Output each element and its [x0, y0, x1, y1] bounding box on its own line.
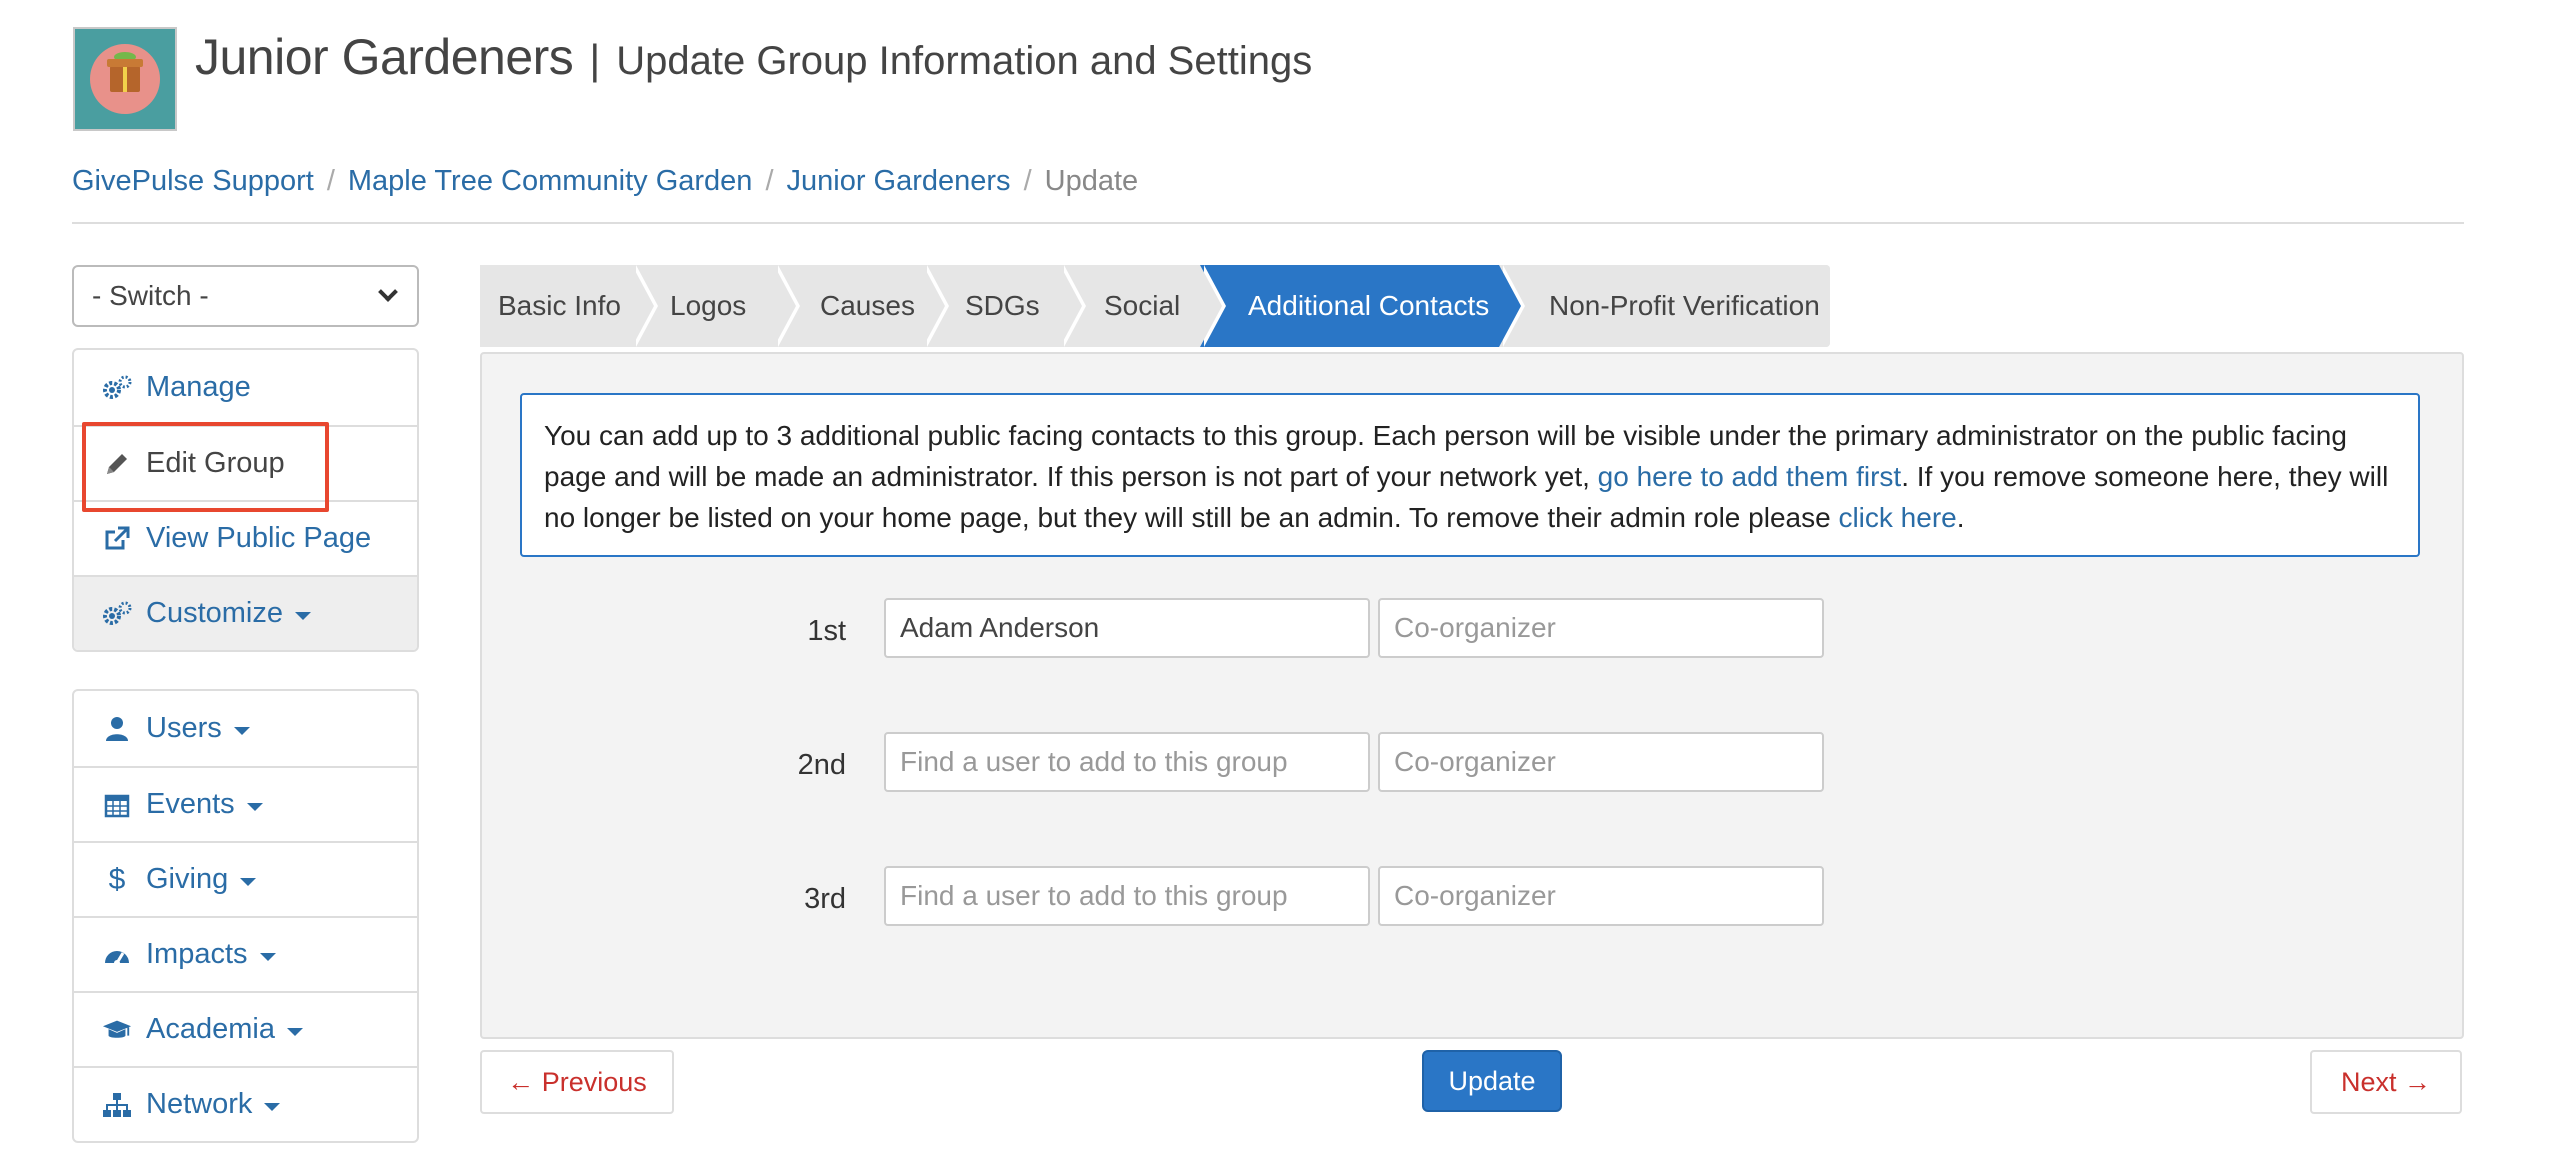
sidebar-item-customize[interactable]: Customize	[74, 575, 417, 650]
tab-additional-contacts[interactable]: Additional Contacts	[1200, 265, 1525, 347]
breadcrumb-current: Update	[1044, 165, 1139, 197]
sidebar-item-label: View Public Page	[146, 522, 372, 554]
sidebar-item-impacts[interactable]: Impacts	[74, 916, 417, 991]
title-separator: |	[589, 36, 601, 83]
caret-down-icon	[295, 611, 311, 620]
info-text: .	[1956, 502, 1965, 533]
caret-down-icon	[259, 952, 276, 961]
group-logo	[73, 27, 177, 131]
breadcrumb-link-junior-gardeners[interactable]: Junior Gardeners	[787, 165, 1011, 198]
wizard-tabs: Basic Info Logos Causes SDGs Social Addi…	[480, 265, 1830, 347]
sidebar-item-label: Events	[146, 788, 235, 820]
contact-1-role-input[interactable]: Co-organizer	[1378, 598, 1824, 658]
sidebar-item-network[interactable]: Network	[74, 1066, 417, 1141]
cogs-icon	[102, 601, 132, 627]
next-button[interactable]: Next →	[2310, 1050, 2462, 1114]
tab-label: Additional Contacts	[1248, 290, 1490, 321]
page-header: Junior Gardeners | Update Group Informat…	[195, 28, 1312, 86]
contact-2-role-input[interactable]: Co-organizer	[1378, 732, 1824, 792]
sidebar-item-users[interactable]: Users	[74, 691, 417, 766]
gauge-icon	[102, 943, 132, 967]
tab-label: Logos	[670, 290, 747, 321]
contact-label-1: 1st	[807, 615, 846, 647]
breadcrumb-separator: /	[326, 165, 335, 197]
external-link-icon	[102, 525, 132, 553]
calendar-icon	[102, 792, 132, 818]
contact-label-2: 2nd	[797, 749, 846, 781]
tab-label: Non-Profit Verification	[1549, 290, 1820, 321]
breadcrumb: GivePulse Support / Maple Tree Community…	[72, 165, 1138, 198]
breadcrumb-separator: /	[1023, 165, 1032, 197]
tab-basic-info[interactable]: Basic Info	[480, 265, 658, 347]
sidebar-item-label: Manage	[146, 371, 251, 403]
sidebar-item-events[interactable]: Events	[74, 766, 417, 841]
tab-label: SDGs	[965, 290, 1040, 321]
pencil-icon	[102, 451, 132, 477]
manage-menu: Manage Edit Group View Public Page Custo…	[72, 348, 419, 652]
breadcrumb-separator: /	[765, 165, 774, 197]
contact-3-user-input[interactable]: Find a user to add to this group	[884, 866, 1370, 926]
breadcrumb-link-maple-tree[interactable]: Maple Tree Community Garden	[348, 165, 753, 198]
sidebar-item-label: Customize	[146, 597, 283, 629]
sidebar-item-giving[interactable]: $ Giving	[74, 841, 417, 916]
chevron-down-icon	[378, 282, 398, 302]
cogs-icon	[102, 375, 132, 401]
caret-down-icon	[264, 1102, 281, 1111]
graduation-cap-icon	[102, 1018, 132, 1042]
header-divider	[72, 222, 2464, 224]
page-title: Update Group Information and Settings	[616, 39, 1313, 83]
add-them-link[interactable]: go here to add them first	[1598, 461, 1902, 492]
caret-down-icon	[246, 802, 263, 811]
sidebar-item-manage[interactable]: Manage	[74, 350, 417, 425]
contact-1-user-input[interactable]: Adam Anderson	[884, 598, 1370, 658]
sidebar-item-label: Academia	[146, 1013, 275, 1045]
group-name: Junior Gardeners	[195, 29, 574, 85]
sidebar-item-label: Users	[146, 712, 222, 744]
switch-select[interactable]: - Switch -	[72, 265, 419, 327]
caret-down-icon	[240, 877, 257, 886]
tab-label: Causes	[820, 290, 915, 321]
info-callout: You can add up to 3 additional public fa…	[520, 393, 2420, 557]
sidebar-item-view-public-page[interactable]: View Public Page	[74, 500, 417, 575]
breadcrumb-link-givepulse-support[interactable]: GivePulse Support	[72, 165, 314, 198]
contact-2-user-input[interactable]: Find a user to add to this group	[884, 732, 1370, 792]
previous-button[interactable]: ← Previous	[480, 1050, 674, 1114]
sidebar-item-edit-group[interactable]: Edit Group	[74, 425, 417, 500]
click-here-link[interactable]: click here	[1838, 502, 1956, 533]
caret-down-icon	[233, 726, 250, 735]
contact-label-3: 3rd	[804, 883, 846, 915]
sitemap-icon	[102, 1092, 132, 1118]
sidebar-item-label: Giving	[146, 863, 229, 895]
sidebar-item-label: Network	[146, 1088, 253, 1120]
tab-label: Basic Info	[498, 290, 621, 321]
caret-down-icon	[286, 1027, 303, 1036]
sidebar-item-label: Impacts	[146, 938, 248, 970]
sidebar-item-label: Edit Group	[146, 447, 285, 479]
switch-select-value: - Switch -	[92, 280, 209, 311]
user-icon	[102, 716, 132, 742]
sections-menu: Users Events $ Giving Impacts Academia N…	[72, 689, 419, 1143]
update-button[interactable]: Update	[1422, 1050, 1562, 1112]
tab-non-profit-verification[interactable]: Non-Profit Verification	[1499, 265, 1830, 347]
gift-box-logo-icon	[90, 44, 160, 114]
dollar-icon: $	[108, 862, 126, 896]
tab-label: Social	[1104, 290, 1181, 321]
sidebar-item-academia[interactable]: Academia	[74, 991, 417, 1066]
contact-3-role-input[interactable]: Co-organizer	[1378, 866, 1824, 926]
